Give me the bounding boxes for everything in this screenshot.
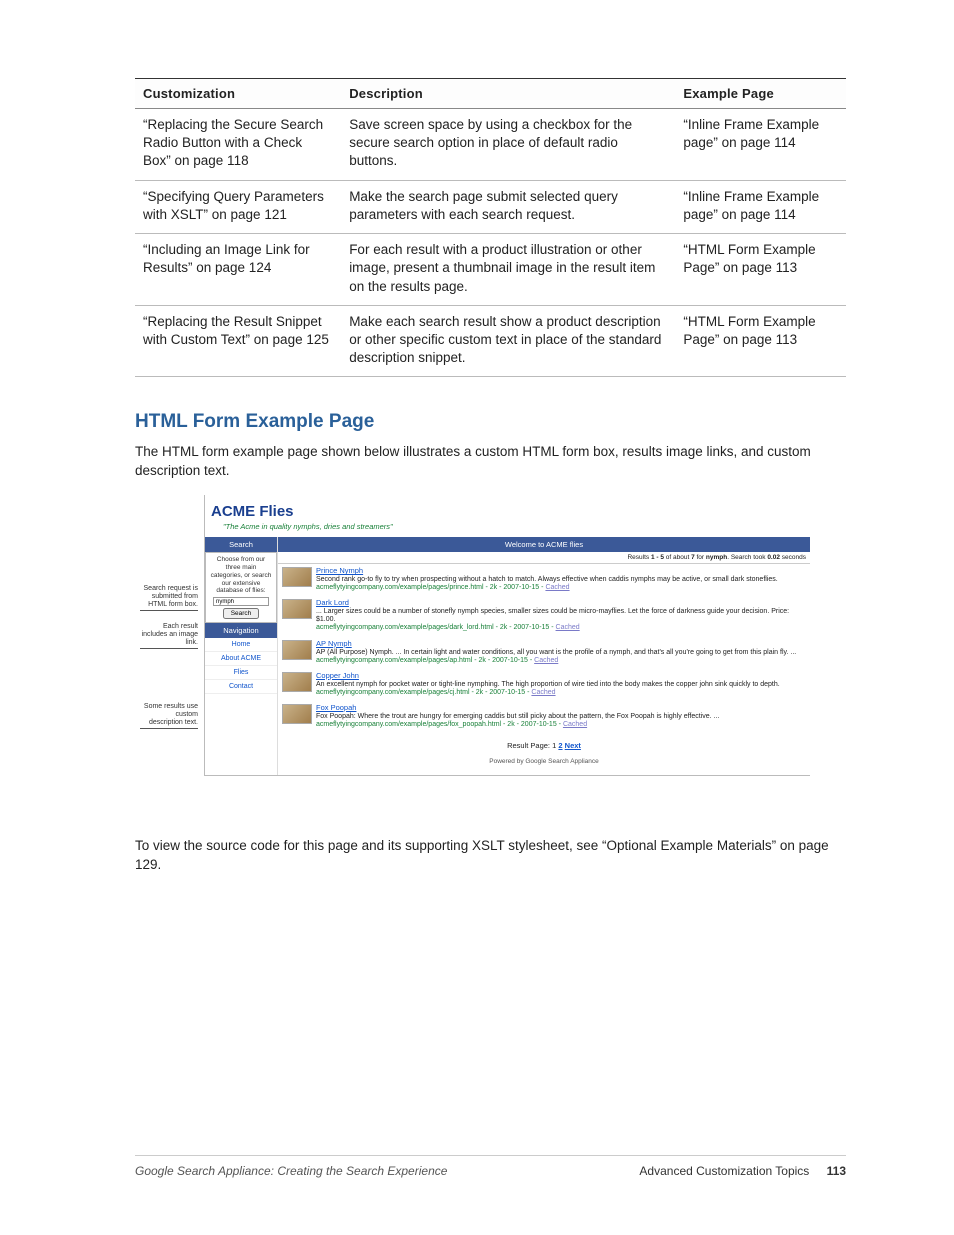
results-stats: Results 1 - 5 of about 7 for nymph. Sear… <box>278 552 810 564</box>
cached-link[interactable]: Cached <box>545 584 569 591</box>
result-item: Fox Poopah Fox Poopah: Where the trout a… <box>278 701 810 733</box>
result-title[interactable]: Prince Nymph <box>316 566 363 575</box>
powered-by: Powered by Google Search Appliance <box>278 754 810 775</box>
cell-example: “HTML Form Example Page” on page 113 <box>675 305 846 377</box>
result-title[interactable]: Dark Lord <box>316 598 349 607</box>
table-row: “Including an Image Link for Results” on… <box>135 234 846 306</box>
table-row: “Replacing the Secure Search Radio Butto… <box>135 109 846 181</box>
result-item: Prince Nymph Second rank go-to fly to tr… <box>278 564 810 596</box>
result-snippet: Second rank go-to fly to try when prospe… <box>316 576 778 583</box>
cached-link[interactable]: Cached <box>531 689 555 696</box>
cell-customization: “Replacing the Result Snippet with Custo… <box>135 305 341 377</box>
result-thumb-icon[interactable] <box>282 704 312 724</box>
nav-flies[interactable]: Flies <box>205 666 277 680</box>
result-url: acmeflytyingcompany.com/example/pages/da… <box>316 624 554 631</box>
nav-home[interactable]: Home <box>205 638 277 652</box>
intro-paragraph: The HTML form example page shown below i… <box>135 443 846 481</box>
callout-image: Each result includes an image link. <box>140 623 198 649</box>
cell-customization: “Replacing the Secure Search Radio Butto… <box>135 109 341 181</box>
cell-description: Save screen space by using a checkbox fo… <box>341 109 675 181</box>
result-thumb-icon[interactable] <box>282 567 312 587</box>
result-snippet: AP (All Purpose) Nymph. ... In certain l… <box>316 649 796 656</box>
next-link[interactable]: Next <box>565 741 581 750</box>
outro-paragraph: To view the source code for this page an… <box>135 837 846 875</box>
cell-example: “Inline Frame Example page” on page 114 <box>675 180 846 233</box>
th-example: Example Page <box>675 79 846 109</box>
cell-description: Make each search result show a product d… <box>341 305 675 377</box>
results-welcome: Welcome to ACME flies <box>278 537 810 552</box>
result-snippet: Fox Poopah: Where the trout are hungry f… <box>316 713 719 720</box>
nav-about[interactable]: About ACME <box>205 652 277 666</box>
page-1: 1 <box>552 741 556 750</box>
result-url: acmeflytyingcompany.com/example/pages/ap… <box>316 657 532 664</box>
fig-tagline: "The Acme in quality nymphs, dries and s… <box>205 522 810 537</box>
result-snippet: ... Larger sizes could be a number of st… <box>316 608 789 623</box>
result-title[interactable]: Fox Poopah <box>316 703 356 712</box>
cell-customization: “Including an Image Link for Results” on… <box>135 234 341 306</box>
result-url: acmeflytyingcompany.com/example/pages/pr… <box>316 584 543 591</box>
footer-chapter: Advanced Customization Topics <box>639 1164 809 1178</box>
table-row: “Specifying Query Parameters with XSLT” … <box>135 180 846 233</box>
fig-title: ACME Flies <box>205 495 810 522</box>
search-button[interactable]: Search <box>223 608 260 619</box>
footer-book-title: Google Search Appliance: Creating the Se… <box>135 1164 447 1178</box>
cell-description: For each result with a product illustrat… <box>341 234 675 306</box>
page-2-link[interactable]: 2 <box>558 741 562 750</box>
result-item: Copper John An excellent nymph for pocke… <box>278 669 810 701</box>
cached-link[interactable]: Cached <box>534 657 558 664</box>
th-customization: Customization <box>135 79 341 109</box>
callout-form: Search request is submitted from HTML fo… <box>140 585 198 611</box>
nav-contact[interactable]: Contact <box>205 680 277 694</box>
cached-link[interactable]: Cached <box>563 721 587 728</box>
result-snippet: An excellent nymph for pocket water or t… <box>316 681 780 688</box>
cell-example: “HTML Form Example Page” on page 113 <box>675 234 846 306</box>
result-thumb-icon[interactable] <box>282 640 312 660</box>
sidebar-nav-header: Navigation <box>205 623 277 638</box>
sidebar-search-header: Search <box>205 537 277 552</box>
result-url: acmeflytyingcompany.com/example/pages/cj… <box>316 689 529 696</box>
cached-link[interactable]: Cached <box>556 624 580 631</box>
table-row: “Replacing the Result Snippet with Custo… <box>135 305 846 377</box>
result-title[interactable]: Copper John <box>316 671 359 680</box>
result-url: acmeflytyingcompany.com/example/pages/fo… <box>316 721 561 728</box>
cell-example: “Inline Frame Example page” on page 114 <box>675 109 846 181</box>
result-pager: Result Page: 1 2 Next <box>278 733 810 754</box>
sidebar-helper: Choose from our three main categories, o… <box>209 556 273 595</box>
cell-description: Make the search page submit selected que… <box>341 180 675 233</box>
result-item: AP Nymph AP (All Purpose) Nymph. ... In … <box>278 637 810 669</box>
callout-text: Some results use custom description text… <box>140 703 198 729</box>
example-figure: Search request is submitted from HTML fo… <box>135 495 846 805</box>
page-number: 113 <box>827 1164 846 1178</box>
result-thumb-icon[interactable] <box>282 599 312 619</box>
result-thumb-icon[interactable] <box>282 672 312 692</box>
cell-customization: “Specifying Query Parameters with XSLT” … <box>135 180 341 233</box>
result-title[interactable]: AP Nymph <box>316 639 352 648</box>
th-description: Description <box>341 79 675 109</box>
customization-table: Customization Description Example Page “… <box>135 78 846 377</box>
page-footer: Google Search Appliance: Creating the Se… <box>135 1155 846 1178</box>
section-heading: HTML Form Example Page <box>135 411 846 433</box>
result-item: Dark Lord ... Larger sizes could be a nu… <box>278 596 810 636</box>
search-input[interactable] <box>213 597 269 606</box>
